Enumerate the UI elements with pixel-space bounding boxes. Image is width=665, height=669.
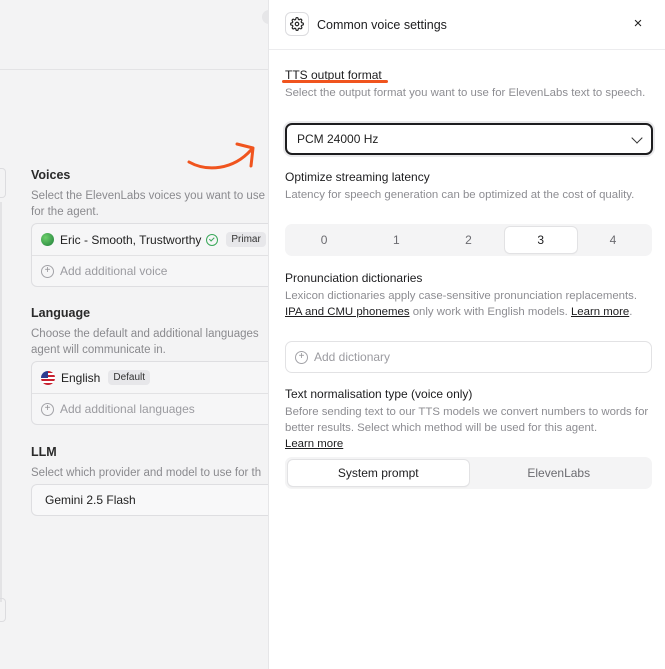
normalisation-segmented-control: System prompt ElevenLabs [285, 457, 652, 489]
llm-description: Select which provider and model to use f… [31, 467, 262, 479]
latency-option[interactable]: 4 [577, 227, 649, 253]
add-language-label: Add additional languages [60, 402, 195, 416]
us-flag-icon [41, 370, 55, 385]
pronunciation-section: Pronunciation dictionaries Lexicon dicti… [285, 271, 655, 320]
add-voice-button[interactable]: + Add additional voice [32, 255, 280, 286]
close-icon[interactable]: × [629, 15, 647, 33]
panel-title: Common voice settings [317, 18, 447, 32]
voice-item[interactable]: Eric - Smooth, Trustworthy Primar [32, 224, 280, 255]
normalisation-section: Text normalisation type (voice only) Bef… [285, 387, 655, 452]
plus-circle-icon: + [41, 402, 54, 416]
ipa-cmu-link[interactable]: IPA and CMU phonemes [285, 306, 410, 318]
gear-icon [285, 12, 309, 36]
annotation-arrow-icon [187, 142, 255, 170]
background-topbar [0, 0, 268, 70]
background-left-control [0, 598, 6, 622]
latency-description: Latency for speech generation can be opt… [285, 189, 635, 201]
language-name: English [61, 370, 101, 385]
add-dictionary-label: Add dictionary [314, 350, 391, 364]
latency-option[interactable]: 0 [288, 227, 360, 253]
language-description: agent will communicate in. [31, 344, 166, 356]
voices-list: Eric - Smooth, Trustworthy Primar + Add … [31, 223, 281, 287]
voices-description: for the agent. [31, 206, 99, 218]
plus-circle-icon: + [41, 264, 54, 278]
background-divider [0, 202, 2, 602]
learn-more-link[interactable]: Learn more [571, 306, 629, 318]
learn-more-link[interactable]: Learn more [285, 438, 343, 450]
language-description: Choose the default and additional langua… [31, 328, 259, 340]
voice-settings-panel: Common voice settings × TTS output forma… [268, 0, 665, 669]
llm-title: LLM [31, 445, 57, 459]
language-item[interactable]: English Default [32, 362, 280, 393]
default-badge: Default [108, 370, 151, 385]
latency-option[interactable]: 1 [360, 227, 432, 253]
llm-model-value: Gemini 2.5 Flash [45, 493, 136, 507]
latency-section: Optimize streaming latency Latency for s… [285, 170, 655, 203]
pronunciation-title: Pronunciation dictionaries [285, 271, 423, 285]
add-language-button[interactable]: + Add additional languages [32, 393, 280, 424]
llm-section: LLM Select which provider and model to u… [31, 445, 271, 481]
system-prompt-option[interactable]: System prompt [288, 460, 469, 486]
normalisation-title: Text normalisation type (voice only) [285, 387, 473, 401]
language-list: English Default + Add additional languag… [31, 361, 281, 425]
voice-name: Eric - Smooth, Trustworthy [60, 232, 202, 247]
add-dictionary-button[interactable]: + Add dictionary [285, 341, 652, 373]
pronunciation-description: Lexicon dictionaries apply case-sensitiv… [285, 290, 638, 318]
annotation-underline [282, 80, 388, 83]
add-voice-label: Add additional voice [60, 264, 168, 278]
voices-description: Select the ElevenLabs voices you want to… [31, 190, 265, 202]
verified-check-icon [206, 233, 219, 246]
background-left-control [0, 168, 6, 198]
tts-format-value: PCM 24000 Hz [297, 132, 379, 146]
elevenlabs-option[interactable]: ElevenLabs [469, 460, 650, 486]
tts-format-select[interactable]: PCM 24000 Hz [285, 123, 653, 155]
panel-header: Common voice settings × [269, 0, 665, 50]
language-title: Language [31, 306, 91, 320]
tts-section: TTS output format Select the output form… [285, 68, 655, 101]
latency-option[interactable]: 2 [432, 227, 504, 253]
language-section: Language Choose the default and addition… [31, 306, 271, 358]
llm-model-select[interactable]: Gemini 2.5 Flash [31, 484, 281, 516]
primary-badge: Primar [226, 232, 266, 247]
plus-circle-icon: + [295, 350, 308, 364]
voice-avatar [41, 233, 54, 246]
chevron-down-icon [631, 132, 643, 144]
tts-description: Select the output format you want to use… [285, 87, 646, 99]
normalisation-description: Before sending text to our TTS models we… [285, 406, 649, 434]
latency-option-selected[interactable]: 3 [504, 227, 577, 253]
latency-title: Optimize streaming latency [285, 170, 430, 184]
latency-segmented-control: 0 1 2 3 4 [285, 224, 652, 256]
